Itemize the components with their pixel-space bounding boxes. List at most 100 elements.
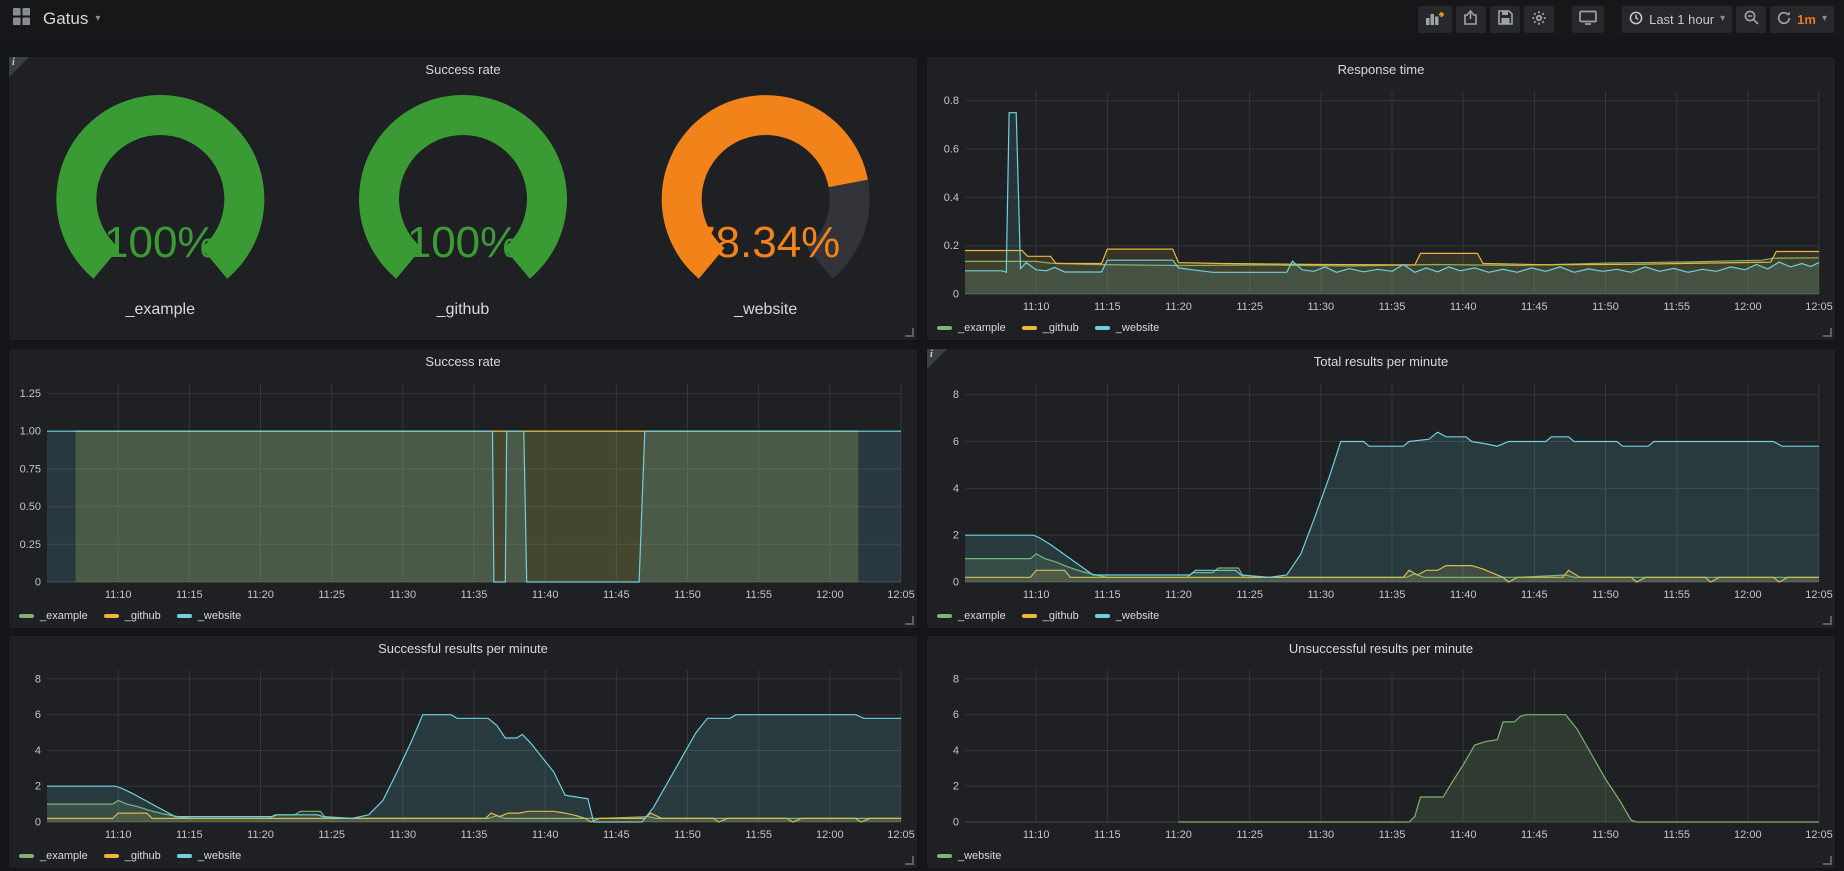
svg-text:11:30: 11:30 bbox=[1307, 301, 1334, 313]
panel-resize-handle[interactable] bbox=[905, 856, 914, 865]
legend-color-dash bbox=[177, 854, 192, 858]
share-icon bbox=[1463, 10, 1479, 28]
svg-text:11:55: 11:55 bbox=[1663, 829, 1690, 841]
svg-text:11:10: 11:10 bbox=[105, 589, 132, 601]
chart-body[interactable]: 0246811:1011:1511:2011:2511:3011:3511:40… bbox=[9, 662, 917, 844]
gauge-label: _example bbox=[125, 301, 195, 318]
time-range-picker[interactable]: Last 1 hour ▾ bbox=[1622, 6, 1732, 33]
dashboards-menu-button[interactable] bbox=[10, 5, 33, 33]
svg-text:2: 2 bbox=[953, 530, 959, 542]
gauge-chart[interactable]: 100%_example100%_github78.34%_website bbox=[9, 83, 917, 340]
svg-text:6: 6 bbox=[953, 436, 959, 448]
save-dashboard-button[interactable] bbox=[1490, 6, 1520, 33]
svg-text:0.2: 0.2 bbox=[944, 240, 959, 252]
svg-text:0.6: 0.6 bbox=[944, 144, 959, 156]
chart-plot[interactable]: 0246811:1011:1511:2011:2511:3011:3511:40… bbox=[9, 662, 917, 844]
svg-text:11:25: 11:25 bbox=[318, 829, 345, 841]
legend-item-_github[interactable]: _github bbox=[1022, 610, 1079, 622]
legend-item-_website[interactable]: _website bbox=[177, 610, 241, 622]
legend-item-_example[interactable]: _example bbox=[19, 850, 88, 862]
refresh-interval-label: 1m bbox=[1797, 12, 1816, 27]
panel-title[interactable]: Response time bbox=[927, 57, 1835, 83]
svg-text:4: 4 bbox=[953, 745, 959, 757]
svg-text:11:25: 11:25 bbox=[1236, 589, 1263, 601]
svg-text:12:05: 12:05 bbox=[1805, 829, 1833, 841]
legend-color-dash bbox=[1095, 326, 1110, 330]
zoom-out-icon bbox=[1744, 10, 1759, 28]
legend-item-_example[interactable]: _example bbox=[937, 322, 1006, 334]
refresh-picker[interactable]: 1m ▾ bbox=[1770, 6, 1834, 33]
panel-title[interactable]: Success rate bbox=[9, 349, 917, 375]
gauge-value: 100% bbox=[104, 218, 217, 267]
panel-success-rate-timeseries: Success rate 00.250.500.751.001.2511:101… bbox=[8, 348, 918, 629]
panel-resize-handle[interactable] bbox=[1823, 616, 1832, 625]
svg-text:0: 0 bbox=[953, 577, 959, 589]
legend-item-_website[interactable]: _website bbox=[1095, 610, 1159, 622]
chart-plot[interactable]: 0246811:1011:1511:2011:2511:3011:3511:40… bbox=[927, 662, 1835, 844]
panel-title[interactable]: Success rate bbox=[9, 57, 917, 83]
gauge-label: _website bbox=[733, 301, 797, 318]
svg-text:11:40: 11:40 bbox=[532, 829, 559, 841]
panel-info-corner[interactable]: i bbox=[9, 57, 29, 77]
svg-text:11:35: 11:35 bbox=[461, 589, 488, 601]
panel-info-corner[interactable]: i bbox=[927, 349, 947, 369]
dashboard-title-dropdown[interactable]: Gatus ▾ bbox=[43, 9, 100, 29]
panel-title[interactable]: Total results per minute bbox=[927, 349, 1835, 375]
legend-item-_github[interactable]: _github bbox=[1022, 322, 1079, 334]
refresh-icon bbox=[1777, 11, 1791, 28]
svg-text:11:10: 11:10 bbox=[105, 829, 132, 841]
zoom-out-time-range-button[interactable] bbox=[1736, 6, 1766, 33]
chart-plot[interactable]: 00.20.40.60.811:1011:1511:2011:2511:3011… bbox=[927, 83, 1835, 316]
chart-body[interactable]: 0246811:1011:1511:2011:2511:3011:3511:40… bbox=[927, 375, 1835, 604]
svg-text:11:15: 11:15 bbox=[176, 829, 203, 841]
svg-text:11:45: 11:45 bbox=[603, 829, 630, 841]
svg-text:1.25: 1.25 bbox=[20, 388, 41, 400]
legend-item-_github[interactable]: _github bbox=[104, 850, 161, 862]
svg-text:11:45: 11:45 bbox=[1521, 589, 1548, 601]
svg-text:11:25: 11:25 bbox=[1236, 301, 1263, 313]
svg-text:12:00: 12:00 bbox=[1734, 829, 1762, 841]
legend-item-_website[interactable]: _website bbox=[177, 850, 241, 862]
svg-text:11:20: 11:20 bbox=[1165, 301, 1192, 313]
panel-success-rate-gauges: i Success rate 100%_example100%_github78… bbox=[8, 56, 918, 341]
svg-text:1.00: 1.00 bbox=[20, 426, 41, 438]
chart-body[interactable]: 0246811:1011:1511:2011:2511:3011:3511:40… bbox=[927, 662, 1835, 844]
legend-color-dash bbox=[104, 854, 119, 858]
chart-plot[interactable]: 00.250.500.751.001.2511:1011:1511:2011:2… bbox=[9, 375, 917, 604]
chart-body[interactable]: 00.250.500.751.001.2511:1011:1511:2011:2… bbox=[9, 375, 917, 604]
legend-color-dash bbox=[177, 614, 192, 618]
svg-text:11:45: 11:45 bbox=[603, 589, 630, 601]
svg-text:11:40: 11:40 bbox=[1450, 301, 1477, 313]
svg-text:8: 8 bbox=[35, 673, 41, 685]
svg-text:8: 8 bbox=[953, 673, 959, 685]
panel-resize-handle[interactable] bbox=[1823, 328, 1832, 337]
svg-text:11:55: 11:55 bbox=[1663, 301, 1690, 313]
share-dashboard-button[interactable] bbox=[1456, 6, 1486, 33]
panel-title[interactable]: Unsuccessful results per minute bbox=[927, 636, 1835, 662]
chevron-down-icon: ▾ bbox=[95, 14, 100, 24]
svg-text:11:15: 11:15 bbox=[176, 589, 203, 601]
svg-text:2: 2 bbox=[35, 781, 41, 793]
add-panel-button[interactable] bbox=[1418, 6, 1452, 33]
time-range-label: Last 1 hour bbox=[1649, 12, 1714, 27]
panel-title[interactable]: Successful results per minute bbox=[9, 636, 917, 662]
chart-body[interactable]: 00.20.40.60.811:1011:1511:2011:2511:3011… bbox=[927, 83, 1835, 316]
panel-resize-handle[interactable] bbox=[905, 328, 914, 337]
svg-text:11:35: 11:35 bbox=[1379, 829, 1406, 841]
dashboard-settings-button[interactable] bbox=[1524, 6, 1554, 33]
chart-plot[interactable]: 0246811:1011:1511:2011:2511:3011:3511:40… bbox=[927, 375, 1835, 604]
panel-resize-handle[interactable] bbox=[905, 616, 914, 625]
cycle-view-mode-button[interactable] bbox=[1572, 6, 1604, 33]
legend-item-_website[interactable]: _website bbox=[937, 850, 1001, 862]
legend-item-_example[interactable]: _example bbox=[19, 610, 88, 622]
panel-resize-handle[interactable] bbox=[1823, 856, 1832, 865]
panel-total-results: i Total results per minute 0246811:1011:… bbox=[926, 348, 1836, 629]
legend-item-_github[interactable]: _github bbox=[104, 610, 161, 622]
gauge-plot[interactable]: 100%_example100%_github78.34%_website bbox=[9, 83, 917, 340]
legend-color-dash bbox=[104, 614, 119, 618]
gear-icon bbox=[1531, 10, 1547, 29]
legend-item-_website[interactable]: _website bbox=[1095, 322, 1159, 334]
svg-text:11:35: 11:35 bbox=[1379, 589, 1406, 601]
legend-item-_example[interactable]: _example bbox=[937, 610, 1006, 622]
svg-text:11:15: 11:15 bbox=[1094, 829, 1121, 841]
